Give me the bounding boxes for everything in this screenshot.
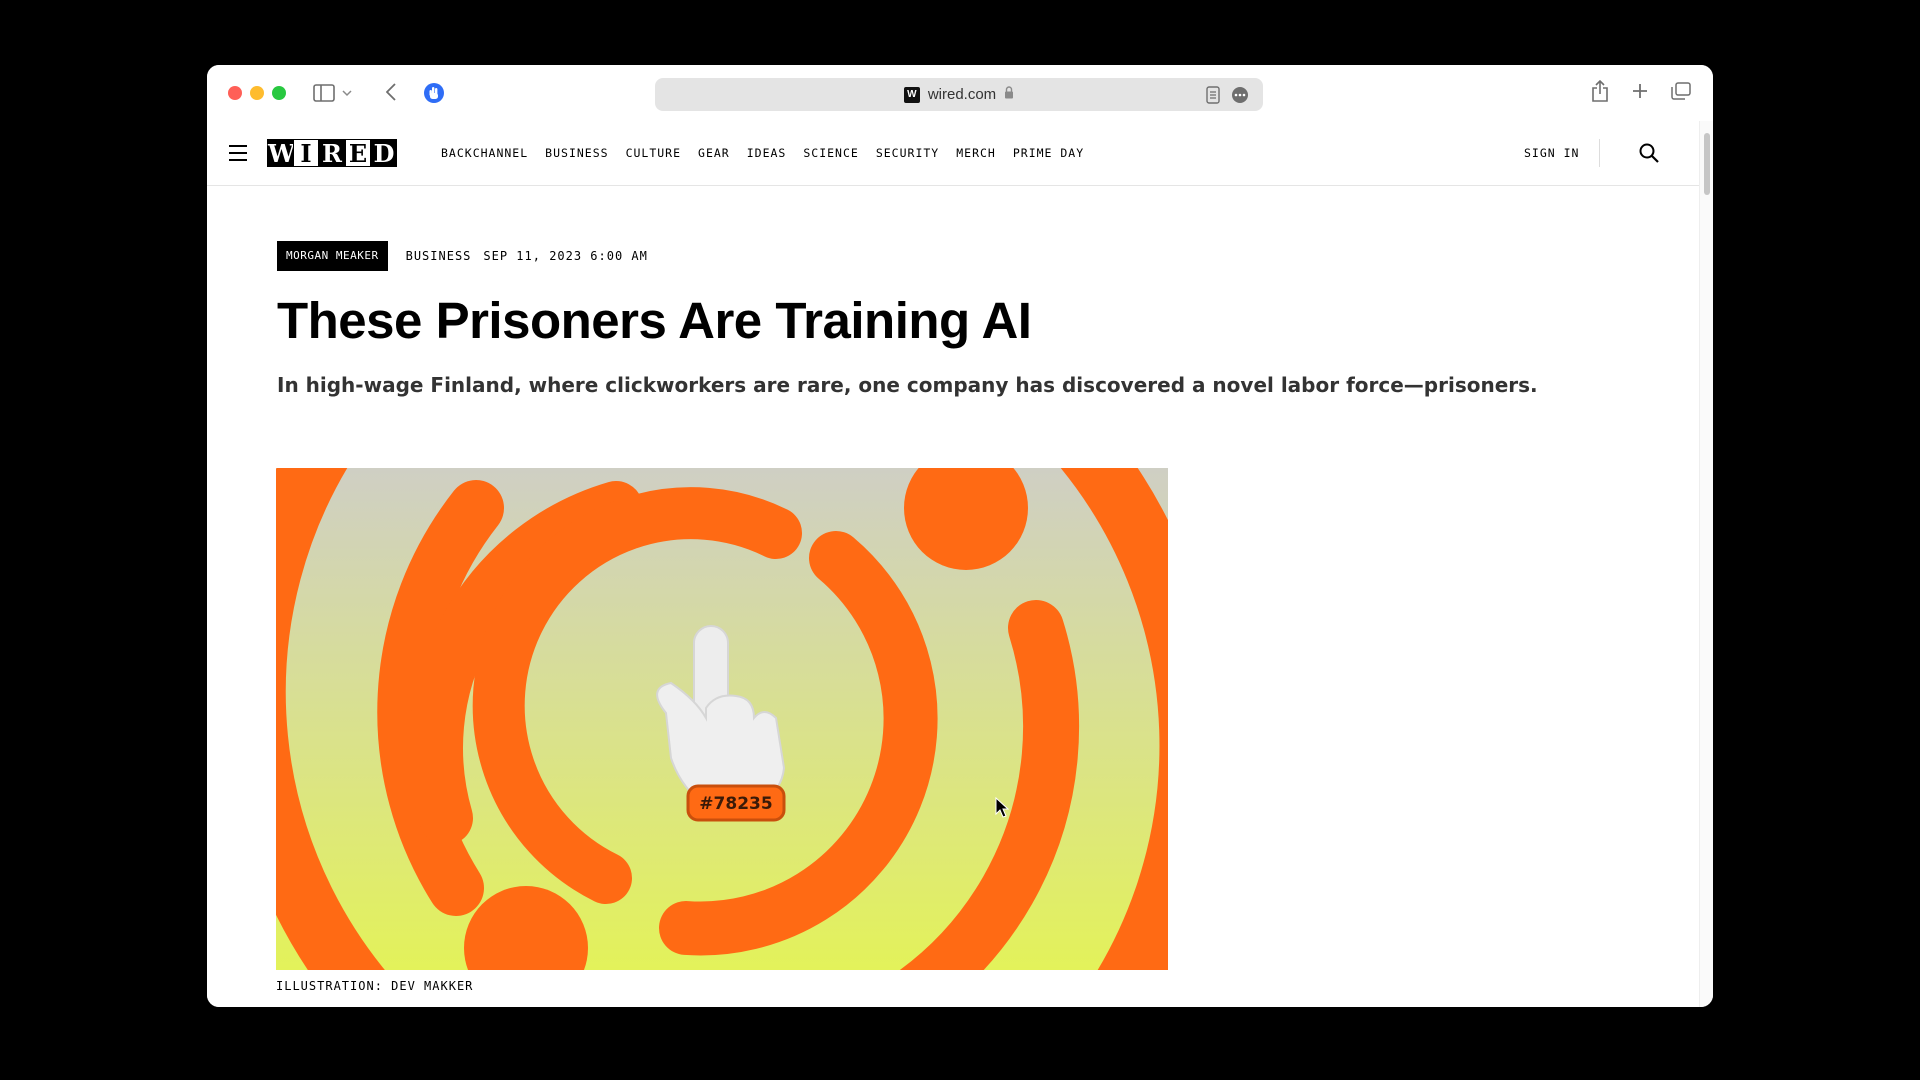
scrollbar-thumb[interactable] bbox=[1704, 133, 1710, 195]
category-link[interactable]: BUSINESS bbox=[406, 249, 472, 263]
back-arrow-icon[interactable] bbox=[383, 81, 399, 103]
nav-gear[interactable]: GEAR bbox=[698, 146, 730, 160]
page-scrollbar[interactable] bbox=[1699, 121, 1713, 1007]
reader-icon[interactable] bbox=[1205, 85, 1221, 105]
main-nav: BACKCHANNEL BUSINESS CULTURE GEAR IDEAS … bbox=[441, 121, 1084, 185]
logo-letter: E bbox=[345, 139, 371, 168]
article-headline: These Prisoners Are Training AI bbox=[277, 292, 1032, 349]
publish-date: SEP 11, 2023 6:00 AM bbox=[483, 249, 648, 263]
site-favicon-icon: W bbox=[903, 86, 920, 103]
sign-in-link[interactable]: SIGN IN bbox=[1524, 121, 1579, 185]
new-tab-plus-icon[interactable] bbox=[1630, 81, 1650, 101]
image-tag-label: #78235 bbox=[699, 794, 772, 814]
more-options-icon[interactable] bbox=[1230, 85, 1250, 105]
nav-merch[interactable]: MERCH bbox=[956, 146, 996, 160]
image-caption: ILLUSTRATION: DEV MAKKER bbox=[276, 979, 474, 993]
tab-overview-icon[interactable] bbox=[1670, 81, 1692, 101]
web-page: W I R E D BACKCHANNEL BUSINESS CULTURE G… bbox=[207, 121, 1699, 1007]
nav-prime-day[interactable]: PRIME DAY bbox=[1013, 146, 1084, 160]
url-text: wired.com bbox=[927, 86, 997, 103]
mouse-cursor-icon bbox=[995, 797, 1009, 818]
article-byline: MORGAN MEAKER BUSINESS SEP 11, 2023 6:00… bbox=[277, 241, 648, 271]
header-divider bbox=[1599, 139, 1600, 167]
logo-letter: W bbox=[267, 139, 295, 168]
address-bar[interactable]: W wired.com bbox=[655, 78, 1263, 111]
author-link[interactable]: MORGAN MEAKER bbox=[277, 241, 388, 271]
search-icon[interactable] bbox=[1639, 143, 1661, 165]
close-window-button[interactable] bbox=[228, 86, 242, 100]
hamburger-menu-icon[interactable] bbox=[229, 145, 247, 161]
site-header: W I R E D BACKCHANNEL BUSINESS CULTURE G… bbox=[207, 121, 1699, 186]
hero-illustration: #78235 bbox=[276, 468, 1168, 970]
nav-ideas[interactable]: IDEAS bbox=[747, 146, 787, 160]
browser-toolbar: W wired.com bbox=[207, 65, 1713, 121]
logo-letter: D bbox=[371, 139, 397, 168]
extension-hand-icon[interactable] bbox=[423, 82, 445, 104]
nav-backchannel[interactable]: BACKCHANNEL bbox=[441, 146, 528, 160]
nav-culture[interactable]: CULTURE bbox=[626, 146, 681, 160]
logo-letter: R bbox=[319, 139, 345, 168]
nav-business[interactable]: BUSINESS bbox=[545, 146, 608, 160]
sidebar-icon[interactable] bbox=[313, 82, 335, 104]
browser-window: W wired.com W I R E D BACKCHANNEL BUSINE… bbox=[207, 65, 1713, 1007]
nav-security[interactable]: SECURITY bbox=[876, 146, 939, 160]
zoom-window-button[interactable] bbox=[272, 86, 286, 100]
logo-letter: I bbox=[293, 139, 319, 168]
lock-icon bbox=[1004, 86, 1014, 103]
chevron-down-icon[interactable] bbox=[341, 84, 353, 102]
minimize-window-button[interactable] bbox=[250, 86, 264, 100]
wired-logo[interactable]: W I R E D bbox=[267, 139, 397, 168]
nav-science[interactable]: SCIENCE bbox=[803, 146, 858, 160]
article-dek: In high-wage Finland, where clickworkers… bbox=[277, 373, 1538, 397]
share-icon[interactable] bbox=[1589, 79, 1611, 103]
